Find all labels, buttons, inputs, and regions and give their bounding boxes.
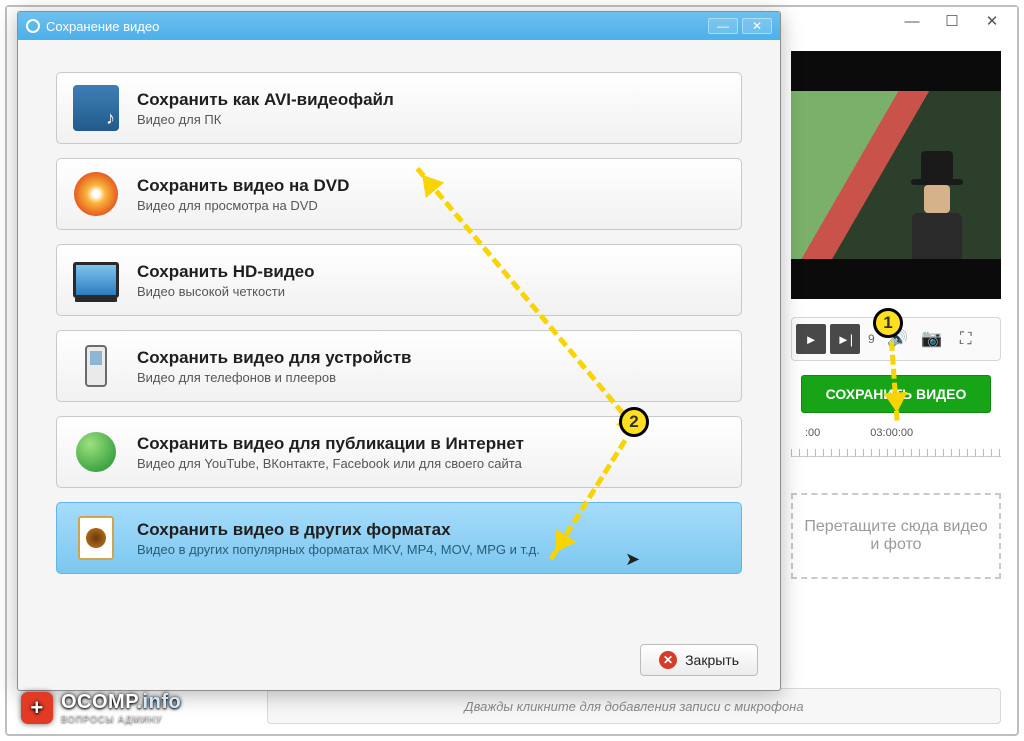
watermark-brand: OCOMP [61, 691, 136, 713]
man-with-top-hat-illustration [907, 151, 967, 271]
watermark-suffix: .info [136, 691, 181, 713]
dialog-titlebar[interactable]: Сохранение видео — ✕ [18, 12, 780, 40]
option-subtitle: Видео для ПК [137, 112, 394, 127]
player-time-label: 9 [864, 332, 879, 346]
option-title: Сохранить видео на DVD [137, 176, 349, 196]
close-button-label: Закрыть [685, 652, 739, 668]
video-preview[interactable] [791, 51, 1001, 299]
window-close-button[interactable] [973, 11, 1011, 31]
snapshot-icon[interactable]: 📷 [917, 324, 947, 354]
option-title: Сохранить HD-видео [137, 262, 315, 282]
play-button[interactable]: ► [796, 324, 826, 354]
video-frame-image [791, 91, 1001, 259]
dialog-minimize-button[interactable]: — [708, 18, 738, 34]
option-title: Сохранить видео для публикации в Интерне… [137, 434, 524, 454]
ruler-tick-label: 03:00:00 [870, 427, 913, 456]
dialog-body: Сохранить как AVI-видеофайл Видео для ПК… [18, 40, 780, 604]
close-dialog-button[interactable]: ✕ Закрыть [640, 644, 758, 676]
cursor-pointer-icon: ➤ [625, 549, 640, 570]
timeline-ruler[interactable]: :00 03:00:00 [791, 427, 1001, 457]
save-option-avi[interactable]: Сохранить как AVI-видеофайл Видео для ПК [56, 72, 742, 144]
microphone-hint-bar[interactable]: Дважды кликните для добавления записи с … [267, 688, 1001, 724]
option-subtitle: Видео для телефонов и плееров [137, 370, 412, 385]
fullscreen-icon[interactable]: ⛶ [951, 324, 981, 354]
option-subtitle: Видео для YouTube, ВКонтакте, Facebook и… [137, 456, 524, 471]
preview-panel: ► ►| 9 🔊 📷 ⛶ СОХРАНИТЬ ВИДЕО :00 03:00:0… [791, 51, 1001, 671]
watermark-subtitle: ВОПРОСЫ АДМИНУ [61, 714, 181, 724]
dropzone-text: Перетащите сюда видео и фото [803, 518, 989, 554]
ruler-tick-label: :00 [805, 427, 820, 456]
next-button[interactable]: ►| [830, 324, 860, 354]
gear-icon [26, 19, 40, 33]
option-title: Сохранить как AVI-видеофайл [137, 90, 394, 110]
window-minimize-button[interactable] [893, 11, 931, 31]
option-title: Сохранить видео в других форматах [137, 520, 540, 540]
watermark: + OCOMP.info ВОПРОСЫ АДМИНУ [21, 691, 181, 724]
globe-icon [76, 432, 116, 472]
option-title: Сохранить видео для устройств [137, 348, 412, 368]
save-option-hd[interactable]: Сохранить HD-видео Видео высокой четкост… [56, 244, 742, 316]
avi-file-icon [73, 85, 119, 131]
screenshot-frame: ► ►| 9 🔊 📷 ⛶ СОХРАНИТЬ ВИДЕО :00 03:00:0… [5, 5, 1019, 736]
mobile-device-icon [85, 345, 107, 387]
dialog-close-button[interactable]: ✕ [742, 18, 772, 34]
annotation-marker-2: 2 [619, 407, 649, 437]
option-subtitle: Видео для просмотра на DVD [137, 198, 349, 213]
close-icon: ✕ [659, 651, 677, 669]
plus-badge-icon: + [21, 692, 53, 724]
film-file-icon [78, 516, 114, 560]
option-subtitle: Видео высокой четкости [137, 284, 315, 299]
dialog-footer: ✕ Закрыть [640, 644, 758, 676]
media-dropzone[interactable]: Перетащите сюда видео и фото [791, 493, 1001, 579]
annotation-marker-1: 1 [873, 308, 903, 338]
save-video-dialog: Сохранение видео — ✕ Сохранить как AVI-в… [17, 11, 781, 691]
hd-monitor-icon [73, 262, 119, 298]
dialog-title: Сохранение видео [46, 19, 159, 34]
window-maximize-button[interactable] [933, 11, 971, 31]
save-option-dvd[interactable]: Сохранить видео на DVD Видео для просмот… [56, 158, 742, 230]
option-subtitle: Видео в других популярных форматах MKV, … [137, 542, 540, 557]
dvd-disc-icon [74, 172, 118, 216]
microphone-hint-text: Дважды кликните для добавления записи с … [464, 699, 803, 714]
save-option-devices[interactable]: Сохранить видео для устройств Видео для … [56, 330, 742, 402]
